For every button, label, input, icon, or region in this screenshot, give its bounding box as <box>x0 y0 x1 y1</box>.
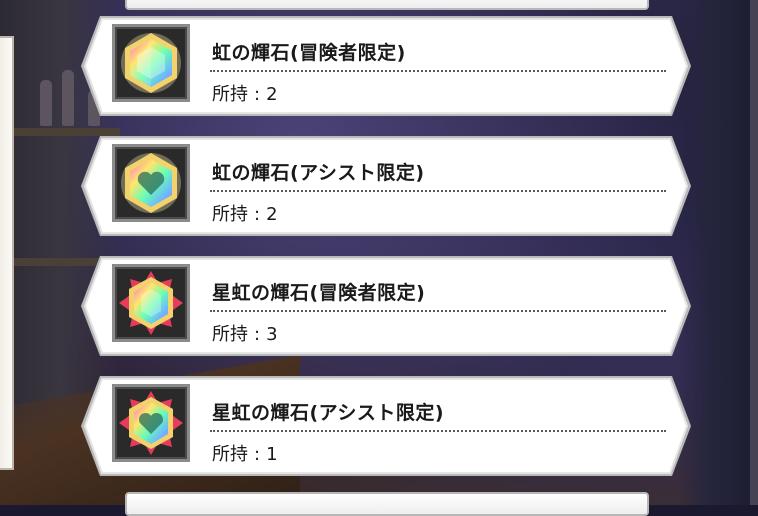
owned-value: 2 <box>266 204 278 225</box>
dotted-divider <box>210 310 666 312</box>
owned-label: 所持 <box>212 204 248 225</box>
owned-count: 所持:2 <box>212 80 278 106</box>
dotted-divider <box>210 70 666 72</box>
dotted-divider <box>210 190 666 192</box>
owned-separator: : <box>254 444 261 465</box>
item-name: 星虹の輝石(アシスト限定) <box>212 402 445 424</box>
owned-value: 3 <box>266 324 278 345</box>
item-name: 星虹の輝石(冒険者限定) <box>212 282 426 304</box>
owned-value: 2 <box>266 84 278 105</box>
owned-separator: : <box>254 324 261 345</box>
owned-count: 所持:3 <box>212 320 278 346</box>
list-item[interactable]: 星虹の輝石(アシスト限定) 所持:1 <box>80 374 692 478</box>
item-icon-frame <box>112 384 190 462</box>
item-icon-frame <box>112 24 190 102</box>
scroll-edge <box>750 0 758 505</box>
side-panel-edge <box>0 36 14 470</box>
item-name: 虹の輝石(アシスト限定) <box>212 162 425 184</box>
item-name: 虹の輝石(冒険者限定) <box>212 42 406 64</box>
owned-count: 所持:1 <box>212 440 278 466</box>
item-icon-frame <box>112 264 190 342</box>
list-item-partial-bottom <box>125 492 649 516</box>
owned-value: 1 <box>266 444 278 465</box>
hexagon-rainbow-heart-gem-icon <box>121 153 181 213</box>
list-item[interactable]: 虹の輝石(冒険者限定) 所持:2 <box>80 14 692 118</box>
bottle <box>62 70 74 126</box>
star-rainbow-gem-icon <box>119 271 183 335</box>
owned-count: 所持:2 <box>212 200 278 226</box>
owned-label: 所持 <box>212 324 248 345</box>
list-item[interactable]: 虹の輝石(アシスト限定) 所持:2 <box>80 134 692 238</box>
owned-separator: : <box>254 84 261 105</box>
owned-label: 所持 <box>212 444 248 465</box>
star-rainbow-heart-gem-icon <box>119 391 183 455</box>
hexagon-rainbow-gem-icon <box>121 33 181 93</box>
item-icon-frame <box>112 144 190 222</box>
owned-label: 所持 <box>212 84 248 105</box>
dotted-divider <box>210 430 666 432</box>
owned-separator: : <box>254 204 261 225</box>
list-item[interactable]: 星虹の輝石(冒険者限定) 所持:3 <box>80 254 692 358</box>
list-item-partial-top <box>125 0 649 10</box>
bottle <box>40 80 52 126</box>
